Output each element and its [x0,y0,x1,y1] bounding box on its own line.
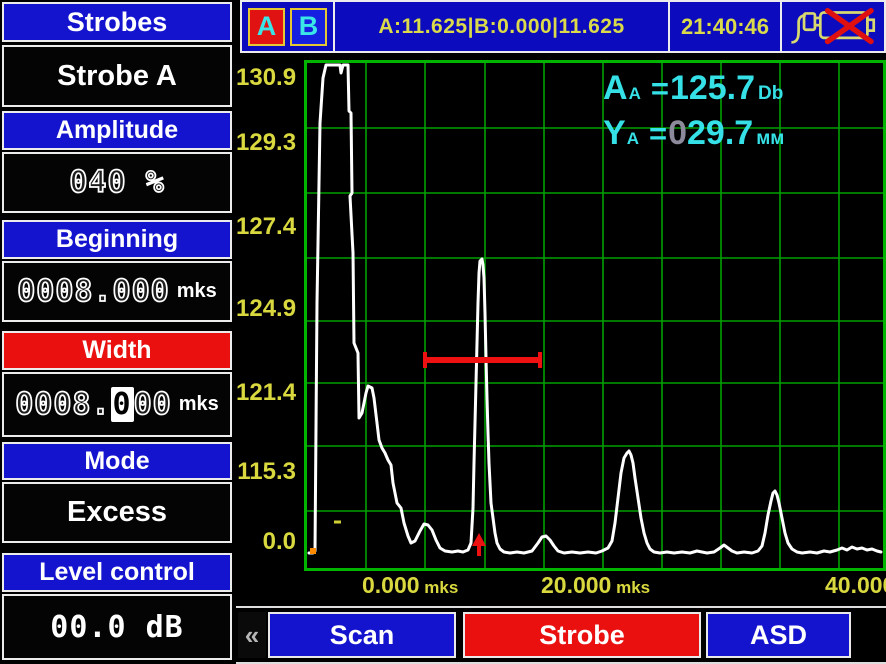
y-axis-tick-label: 124.9 [236,294,296,324]
amplitude-readout-line: AA =125.7Db [603,69,784,114]
sidebar-title-label: Strobes [67,7,168,38]
menu-item-amplitude[interactable]: Amplitude [2,111,232,150]
edit-cursor-digit[interactable]: 0 [111,387,134,422]
tab-strobe-selected[interactable]: Strobe [463,612,701,658]
level-control-label: Level control [39,558,195,587]
menu-item-level-control[interactable]: Level control [2,553,232,592]
width-unit: mks [179,393,219,416]
menu-item-beginning[interactable]: Beginning [2,220,232,259]
tab-asd[interactable]: ASD [706,612,851,658]
menu-item-width-selected[interactable]: Width [2,331,232,370]
x-axis-tick-label: 0.000 mks [362,572,458,599]
overlay-a-sub: A [629,84,641,104]
overlay-a-value: 125.7 [670,69,755,108]
sidebar-title-strobes: Strobes [2,2,232,42]
width-value-field[interactable]: 0008.000mks [2,372,232,437]
power-status-cell [782,2,884,51]
y-axis-tick-label: 127.4 [236,212,296,242]
strobe-a-button[interactable]: A [248,8,285,46]
clock: 21:40:46 [670,2,782,51]
strobe-ab-toggle-cell: A B [242,2,335,51]
x-axis-tick-label: 20.000 mks [541,572,650,599]
level-control-value: 00.0 dB [50,610,183,645]
overlay-y-sub: A [627,129,639,149]
y-axis-tick-label: 0.0 [236,527,296,557]
beginning-value-field[interactable]: 0008.000 mks [2,261,232,322]
amplitude-value-field[interactable]: 040 % [2,152,232,213]
width-value: 0008.000 [15,387,172,422]
mode-value: Excess [67,496,167,529]
mode-value-field[interactable]: Excess [2,482,232,543]
waveform-plot: AA=125.7Db YA=029.7мм [304,60,886,571]
overlay-y-label: Y [603,114,626,153]
overlay-y-value: 29.7 [687,114,753,153]
measurement-readout: A:11.625|B:0.000|11.625 [335,2,670,51]
waveform-svg [307,63,883,568]
y-axis-tick-label: 115.3 [236,457,296,487]
overlay-a-label: A [603,69,628,108]
menu-item-mode[interactable]: Mode [2,442,232,480]
depth-readout-line: YA =029.7мм [603,114,784,159]
strobe-select-label: Strobe A [57,60,177,93]
beginning-value: 0008.000 [17,274,170,309]
y-axis-tick-label: 130.9 [236,63,296,93]
status-bar: A B A:11.625|B:0.000|11.625 21:40:46 [240,0,886,53]
strobe-b-button[interactable]: B [290,8,327,46]
mode-label: Mode [84,447,149,476]
y-axis-tick-label: 129.3 [236,128,296,158]
y-axis-tick-label: 121.4 [236,378,296,408]
a-scan-display: 130.9129.3127.4124.9121.4115.30.0 AA=125… [236,55,886,606]
echo-marker-arrow [472,533,486,546]
function-key-bar: « Scan Strobe ASD [236,606,886,664]
x-axis-tick-label: 40.000 mks [825,572,886,599]
strobe-select-value[interactable]: Strobe A [2,45,232,107]
width-value-pre: 0008. [15,387,110,422]
scan-start-marker [310,548,316,554]
beginning-label: Beginning [56,225,178,254]
width-value-post: 00 [134,387,172,422]
measurement-overlay: AA=125.7Db YA=029.7мм [603,69,784,159]
beginning-unit: mks [177,280,217,303]
amplitude-label: Amplitude [56,116,178,145]
power-plug-battery-crossed-icon [787,8,879,46]
back-button[interactable]: « [238,612,266,658]
width-label: Width [82,336,151,365]
amplitude-value: 040 % [69,165,164,200]
overlay-a-unit: Db [758,83,783,105]
overlay-y-dim-digit: 0 [668,114,687,153]
y-axis-labels: 130.9 129.3 127.4 124.9 121.4 115.3 0.0 [236,55,298,606]
overlay-y-unit: мм [756,128,784,150]
level-control-value-field[interactable]: 00.0 dB [2,594,232,660]
overlay-equals: = [651,71,669,107]
overlay-equals: = [649,116,667,152]
tab-scan[interactable]: Scan [268,612,456,658]
x-axis-labels: 0.000 mks 20.000 mks 40.000 mks [304,572,886,606]
